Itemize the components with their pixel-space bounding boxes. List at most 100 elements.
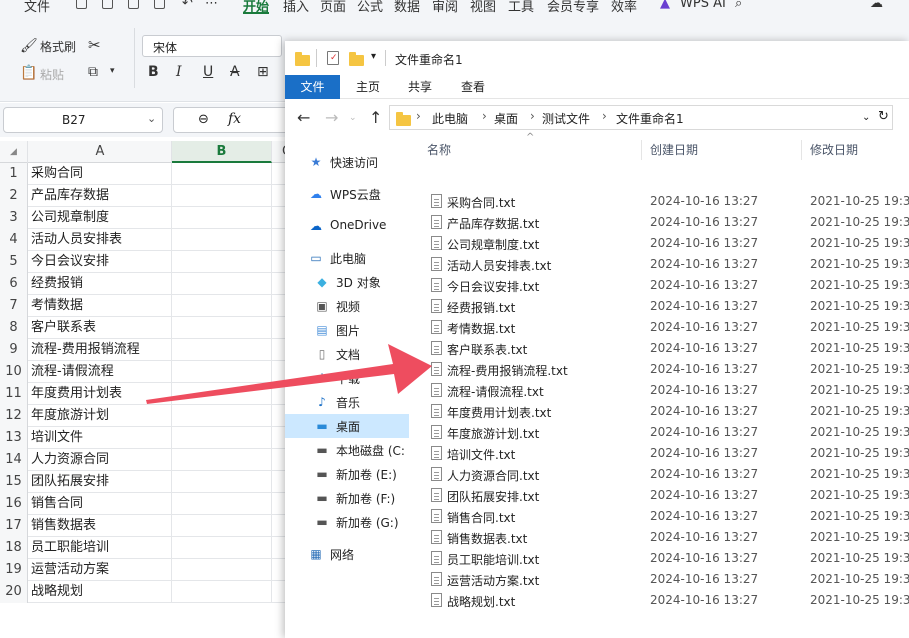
underline-button[interactable]: U <box>203 64 213 80</box>
file-row[interactable]: 团队拓展安排.txt 2024-10-16 13:27 2021-10-25 19:… <box>409 485 909 506</box>
cloud-sync-icon[interactable]: ☁ <box>870 0 883 11</box>
nav-item[interactable]: ▣ 视频 <box>285 294 409 318</box>
file-name[interactable]: 年度旅游计划.txt <box>447 425 539 442</box>
row-header[interactable]: 13 <box>0 427 28 449</box>
column-header-b[interactable]: B <box>172 141 272 163</box>
breadcrumb-chevron-icon[interactable]: › <box>416 109 421 123</box>
new-folder-icon[interactable] <box>349 52 364 66</box>
file-row[interactable]: 销售合同.txt 2024-10-16 13:27 2021-10-25 19:31 <box>409 506 909 527</box>
file-row[interactable]: 活动人员安排表.txt 2024-10-16 13:27 2021-10-25 19… <box>409 254 909 275</box>
menu-member[interactable]: 会员专享 <box>547 0 599 14</box>
cell-b[interactable] <box>172 537 272 559</box>
cell-a[interactable]: 今日会议安排 <box>29 251 172 273</box>
cell-b[interactable] <box>172 449 272 471</box>
row-header[interactable]: 17 <box>0 515 28 537</box>
breadcrumb-chevron-icon[interactable]: › <box>482 109 487 123</box>
cell-a[interactable]: 流程-请假流程 <box>29 361 172 383</box>
address-bar[interactable]: › 此电脑 › 桌面 › 测试文件 › 文件重命名1 ⌄ ↻ <box>389 105 893 130</box>
file-name[interactable]: 经费报销.txt <box>447 299 515 316</box>
file-row[interactable]: 员工职能培训.txt 2024-10-16 13:27 2021-10-25 19:… <box>409 548 909 569</box>
file-name[interactable]: 公司规章制度.txt <box>447 236 539 253</box>
cell-b[interactable] <box>172 559 272 581</box>
cell-a[interactable]: 产品库存数据 <box>29 185 172 207</box>
column-created-header[interactable]: 创建日期 <box>650 136 698 164</box>
file-name[interactable]: 今日会议安排.txt <box>447 278 539 295</box>
file-row[interactable]: 经费报销.txt 2024-10-16 13:27 2021-10-25 19:31 <box>409 296 909 317</box>
nav-item[interactable]: ▦ 网络 <box>285 542 409 566</box>
address-dropdown-icon[interactable]: ⌄ <box>862 112 870 123</box>
border-icon[interactable]: ⊞ <box>257 64 269 80</box>
cell-b[interactable] <box>172 471 272 493</box>
paste-icon[interactable]: 📋 <box>20 65 37 81</box>
file-name[interactable]: 考情数据.txt <box>447 320 515 337</box>
nav-item[interactable]: ♪ 音乐 <box>285 390 409 414</box>
name-box[interactable]: B27 ⌄ <box>3 107 163 133</box>
menu-insert[interactable]: 插入 <box>283 0 309 14</box>
file-name[interactable]: 员工职能培训.txt <box>447 551 539 568</box>
cell-b[interactable] <box>172 383 272 405</box>
paste-label[interactable]: 粘贴 <box>40 66 64 83</box>
tab-share[interactable]: 共享 <box>396 75 444 99</box>
cell-b[interactable] <box>172 405 272 427</box>
cell-a[interactable]: 员工职能培训 <box>29 537 172 559</box>
file-name[interactable]: 运营活动方案.txt <box>447 572 539 589</box>
file-row[interactable]: 产品库存数据.txt 2024-10-16 13:27 2021-10-25 19:… <box>409 212 909 233</box>
cell-a[interactable]: 销售合同 <box>29 493 172 515</box>
fx-icon[interactable]: fx <box>228 111 241 127</box>
cell-b[interactable] <box>172 493 272 515</box>
format-painter-label[interactable]: 格式刷 <box>40 38 76 55</box>
select-all-corner[interactable]: ◢ <box>0 141 28 163</box>
breadcrumb-chevron-icon[interactable]: › <box>530 109 535 123</box>
cell-a[interactable]: 考情数据 <box>29 295 172 317</box>
cell-a[interactable]: 公司规章制度 <box>29 207 172 229</box>
cell-a[interactable]: 年度旅游计划 <box>29 405 172 427</box>
cell-a[interactable]: 团队拓展安排 <box>29 471 172 493</box>
nav-item[interactable]: ↓ 下载 <box>285 366 409 390</box>
copy-dropdown-icon[interactable]: ▾ <box>110 66 115 76</box>
nav-item[interactable]: ★ 快速访问 <box>285 150 409 174</box>
file-name[interactable]: 年度费用计划表.txt <box>447 404 551 421</box>
row-header[interactable]: 4 <box>0 229 28 251</box>
file-name[interactable]: 流程-请假流程.txt <box>447 383 544 400</box>
file-row[interactable]: 战略规划.txt 2024-10-16 13:27 2021-10-25 19:32 <box>409 590 909 611</box>
menu-review[interactable]: 审阅 <box>432 0 458 14</box>
function-box[interactable]: ⊖ fx <box>173 107 293 133</box>
wps-ai-icon[interactable]: ▲ <box>660 0 670 11</box>
file-row[interactable]: 公司规章制度.txt 2024-10-16 13:27 2021-10-25 19:… <box>409 233 909 254</box>
row-header[interactable]: 12 <box>0 405 28 427</box>
file-row[interactable]: 年度费用计划表.txt 2024-10-16 13:27 2021-10-25 19… <box>409 401 909 422</box>
back-arrow-icon[interactable]: ← <box>297 108 310 127</box>
cell-b[interactable] <box>172 185 272 207</box>
nav-item[interactable]: ▤ 图片 <box>285 318 409 342</box>
format-painter-icon[interactable]: 🖌 <box>20 38 38 54</box>
file-row[interactable]: 今日会议安排.txt 2024-10-16 13:27 2021-10-25 19:… <box>409 275 909 296</box>
column-header-a[interactable]: A <box>29 141 172 163</box>
cell-a[interactable]: 人力资源合同 <box>29 449 172 471</box>
row-header[interactable]: 6 <box>0 273 28 295</box>
strikethrough-button[interactable]: A <box>230 64 240 80</box>
file-row[interactable]: 采购合同.txt 2024-10-16 13:27 2021-10-25 19:31 <box>409 191 909 212</box>
nav-item[interactable]: ◆ 3D 对象 <box>285 270 409 294</box>
cell-a[interactable]: 流程-费用报销流程 <box>29 339 172 361</box>
row-header[interactable]: 18 <box>0 537 28 559</box>
export-icon[interactable] <box>154 0 165 9</box>
chevron-down-icon[interactable]: ⌄ <box>147 112 156 125</box>
row-header[interactable]: 19 <box>0 559 28 581</box>
cell-b[interactable] <box>172 273 272 295</box>
nav-item[interactable]: ☁ WPS云盘 <box>285 182 409 206</box>
breadcrumb-current-folder[interactable]: 文件重命名1 <box>616 110 684 127</box>
search-icon[interactable]: ⌕ <box>735 0 742 11</box>
cell-b[interactable] <box>172 207 272 229</box>
bold-button[interactable]: B <box>148 64 159 80</box>
print-icon[interactable] <box>128 0 139 9</box>
save-icon[interactable] <box>76 0 87 9</box>
font-name-select[interactable]: 宋体 <box>142 35 282 57</box>
breadcrumb-test-files[interactable]: 测试文件 <box>542 110 590 127</box>
row-header[interactable]: 14 <box>0 449 28 471</box>
zoom-search-icon[interactable]: ⊖ <box>198 112 209 127</box>
nav-item[interactable]: ▯ 文档 <box>285 342 409 366</box>
cell-a[interactable]: 培训文件 <box>29 427 172 449</box>
row-header[interactable]: 9 <box>0 339 28 361</box>
quick-access-dropdown-icon[interactable]: ▾ <box>371 51 376 62</box>
menu-view[interactable]: 视图 <box>470 0 496 14</box>
